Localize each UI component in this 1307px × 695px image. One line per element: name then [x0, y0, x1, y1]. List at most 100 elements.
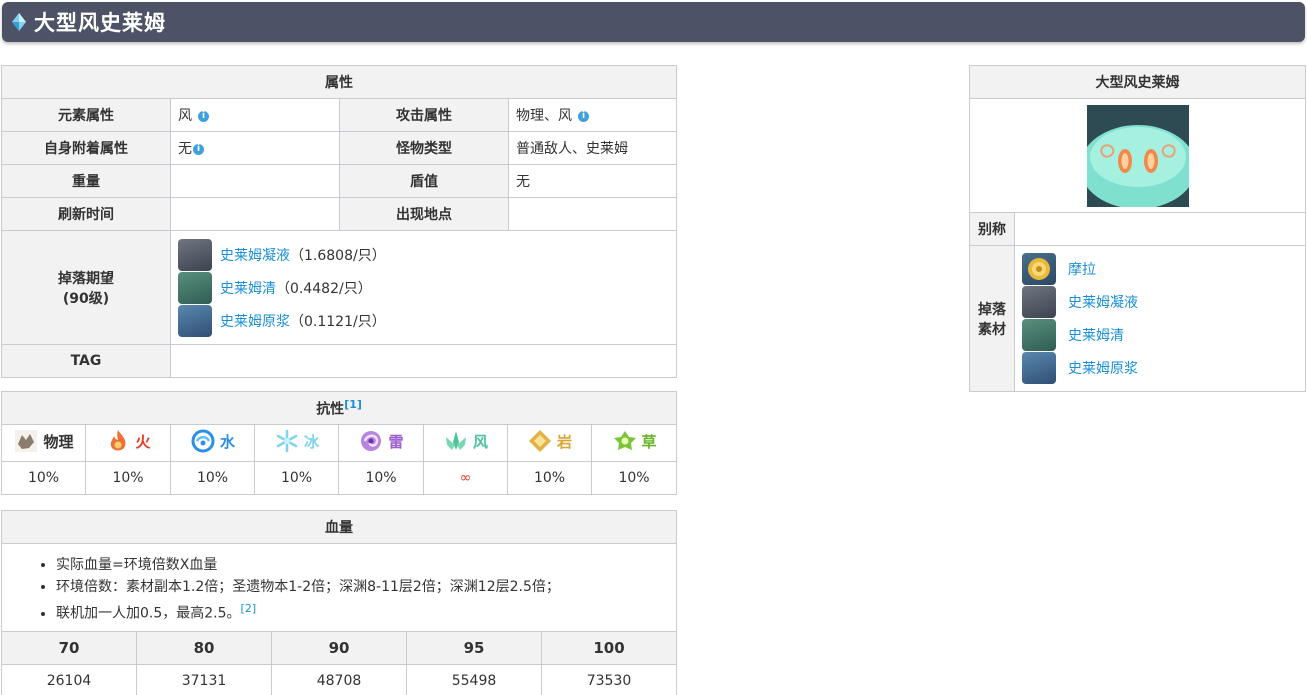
drop-item: 史莱姆凝液 （1.6808/只）	[178, 238, 676, 271]
drop-item: 史莱姆原浆 （0.1121/只）	[178, 304, 676, 337]
hp-level-header: 70	[1, 630, 137, 665]
self-attach-cell: 无i	[170, 131, 340, 165]
element-attribute-value: 风	[178, 108, 192, 124]
info-icon[interactable]: i	[198, 110, 209, 122]
page-title: 大型风史莱姆	[34, 11, 166, 35]
refresh-time-value	[170, 197, 340, 231]
slime-condensate-icon[interactable]	[178, 238, 212, 271]
resistance-value: 10%	[338, 461, 424, 495]
drop-item-link[interactable]: 史莱姆凝液	[220, 245, 290, 265]
drop-material-link[interactable]: 摩拉	[1068, 259, 1096, 279]
drop-expectation-list: 史莱姆凝液 （1.6808/只） 史莱姆清 （0.4482/只） 史莱姆原浆 （0.1…	[170, 230, 677, 345]
weight-label: 重量	[1, 164, 171, 198]
drop-material-link[interactable]: 史莱姆凝液	[1068, 292, 1138, 312]
element-name: 冰	[303, 432, 319, 451]
element-name: 物理	[43, 432, 74, 451]
hp-table: 血量 实际血量=环境倍数X血量 环境倍数：素材副本1.2倍；圣遗物本1-2倍；深…	[0, 510, 678, 695]
drop-item-link[interactable]: 史莱姆原浆	[220, 311, 290, 331]
element-hydro: 水	[170, 424, 255, 462]
alias-value	[1014, 212, 1306, 246]
drop-item-rate: （1.6808/只）	[290, 247, 386, 264]
tag-value	[170, 344, 677, 378]
page-title-bar: 大型风史莱姆	[2, 2, 1305, 42]
hp-value: 26104	[1, 663, 137, 695]
attributes-table: 属性 元素属性 风i 攻击属性 物理、风 i 自身附着属性 无i 怪物类型 普通敌…	[1, 65, 677, 378]
footnote-link[interactable]: [2]	[241, 602, 257, 615]
hp-header: 血量	[0, 510, 678, 544]
hp-value: 73530	[540, 663, 678, 695]
element-name: 雷	[388, 432, 404, 451]
drop-materials-label-line: 掉落	[978, 301, 1006, 318]
weight-value	[170, 164, 340, 198]
pyro-icon	[111, 430, 126, 451]
slime-condensate-icon[interactable]	[1022, 286, 1056, 318]
drop-material-link[interactable]: 史莱姆原浆	[1068, 358, 1138, 378]
drop-item-rate: （0.1121/只）	[290, 313, 386, 330]
hp-value: 55498	[406, 663, 542, 695]
element-name: 风	[472, 432, 488, 451]
self-attach-label: 自身附着属性	[1, 131, 171, 165]
alias-label: 别称	[969, 212, 1015, 246]
hp-level-header: 100	[540, 630, 678, 665]
info-icon[interactable]: i	[578, 110, 589, 122]
slime-secretions-icon[interactable]	[1022, 319, 1056, 351]
mora-icon[interactable]	[1022, 253, 1056, 285]
drop-materials-list: 摩拉 史莱姆凝液 史莱姆清 史莱姆原浆	[1014, 245, 1306, 392]
element-anemo: 风	[423, 424, 508, 462]
element-attribute-label: 元素属性	[1, 98, 171, 132]
hp-note: 实际血量=环境倍数X血量	[56, 554, 676, 576]
card-title: 大型风史莱姆	[969, 65, 1306, 99]
monster-type-label: 怪物类型	[339, 131, 509, 165]
resistance-title: 抗性	[316, 401, 345, 418]
drop-material-item: 史莱姆清	[1015, 319, 1305, 352]
drop-material-item: 史莱姆原浆	[1015, 352, 1305, 385]
info-icon[interactable]: i	[193, 143, 204, 155]
resistance-value: 10%	[590, 461, 678, 495]
hp-note: 环境倍数：素材副本1.2倍；圣遗物本1-2倍；深渊8-11层2倍；深渊12层2.…	[56, 576, 676, 598]
refresh-time-label: 刷新时间	[1, 197, 171, 231]
drop-item-link[interactable]: 史莱姆清	[220, 278, 276, 298]
tag-label: TAG	[1, 344, 171, 378]
drop-materials-label-line: 素材	[978, 321, 1006, 338]
hp-level-header: 95	[406, 630, 542, 665]
slime-concentrate-icon[interactable]	[1022, 352, 1056, 384]
element-pyro: 火	[85, 424, 171, 462]
resistance-value: 10%	[507, 461, 592, 495]
self-attach-value: 无	[178, 141, 192, 157]
drop-expectation-label: 掉落期望 (90级)	[1, 230, 171, 345]
hp-level-header: 80	[136, 630, 272, 665]
attack-attribute-cell: 物理、风 i	[508, 98, 677, 132]
hp-note: 联机加一人加0.5，最高2.5。[2]	[56, 598, 676, 625]
resistance-value: 10%	[170, 461, 255, 495]
element-electro: 雷	[338, 424, 424, 462]
element-name: 岩	[556, 432, 572, 451]
attack-attribute-value: 物理、风	[516, 108, 572, 124]
drop-item: 史莱姆清 （0.4482/只）	[178, 271, 676, 304]
drop-item-rate: （0.4482/只）	[276, 280, 372, 297]
monster-info-card: 大型风史莱姆 别称 掉落 素材 摩拉 史莱姆凝液 史莱姆清 史莱姆原浆	[969, 65, 1306, 392]
resistance-header: 抗性[1]	[0, 391, 678, 425]
drop-materials-label: 掉落 素材	[969, 245, 1015, 392]
anemo-icon	[445, 431, 466, 450]
slime-concentrate-icon[interactable]	[178, 304, 212, 337]
anemo-slime-portrait-icon	[1086, 104, 1189, 207]
hp-level-header: 90	[271, 630, 407, 665]
resistance-value: ∞	[423, 461, 508, 495]
footnote-link[interactable]: [1]	[344, 398, 362, 411]
drop-material-link[interactable]: 史莱姆清	[1068, 325, 1124, 345]
resistance-value: 10%	[254, 461, 339, 495]
element-physical: 物理	[1, 424, 86, 462]
cryo-icon	[276, 429, 298, 453]
element-name: 水	[219, 432, 235, 451]
dendro-icon	[613, 431, 636, 450]
hydro-icon	[191, 429, 215, 453]
location-value	[508, 197, 677, 231]
physical-icon	[15, 430, 38, 452]
monster-portrait-cell	[969, 98, 1306, 213]
resistance-table: 抗性[1] 物理 火 水 冰 雷 风 岩 草 10% 10% 10% 10% 1…	[0, 391, 678, 495]
element-cryo: 冰	[254, 424, 339, 462]
slime-secretions-icon[interactable]	[178, 271, 212, 304]
diamond-gem-icon	[12, 13, 26, 31]
drop-material-item: 史莱姆凝液	[1015, 286, 1305, 319]
drop-expectation-level: (90级)	[62, 290, 110, 307]
